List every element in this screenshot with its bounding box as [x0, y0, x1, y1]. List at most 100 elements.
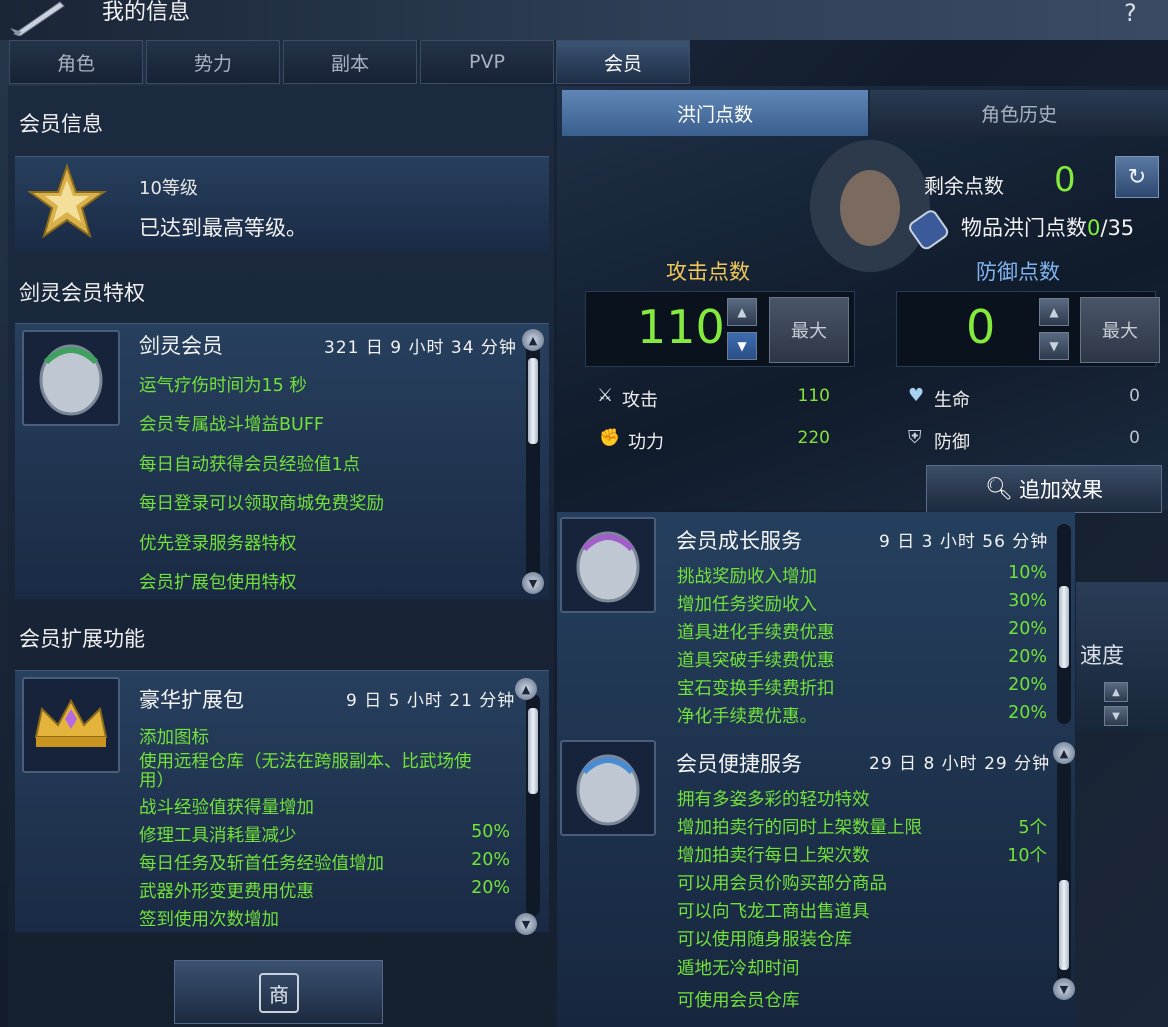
swords-icon: ⚔ [597, 385, 614, 406]
shop-button[interactable]: 商 [174, 960, 383, 1024]
scroll-up-icon[interactable]: ▲ [522, 329, 544, 351]
tab-character-history[interactable]: 角色历史 [870, 90, 1168, 136]
extension-line: 每日任务及斩首任务经验值增加 [139, 854, 384, 874]
side-label: 速度 [1080, 644, 1125, 669]
stat-life-label: 生命 [934, 390, 970, 411]
extension-line-value: 50% [471, 822, 510, 842]
privilege-timer: 321 日 9 小时 34 分钟 [324, 338, 517, 358]
extension-timer: 9 日 5 小时 21 分钟 [346, 691, 516, 711]
privilege-line: 会员扩展包使用特权 [139, 573, 297, 593]
attack-increase-button[interactable]: ▲ [727, 298, 757, 326]
convenience-line: 可以使用随身服装仓库 [677, 930, 852, 950]
attack-decrease-button[interactable]: ▼ [727, 332, 757, 360]
growth-line-value: 20% [1008, 703, 1047, 723]
convenience-line: 可使用会员仓库 [677, 991, 800, 1011]
stat-attack-value: 110 [797, 386, 830, 406]
tab-member[interactable]: 会员 [556, 40, 690, 84]
extension-line: 添加图标 [139, 728, 209, 748]
tab-hongmen-points[interactable]: 洪门点数 [562, 90, 868, 136]
stat-defense-label: 防御 [934, 432, 970, 453]
tab-dungeon[interactable]: 副本 [283, 40, 417, 84]
crown-icon [22, 677, 120, 773]
convenience-line: 遁地无冷却时间 [677, 959, 800, 979]
convenience-scroll-thumb[interactable] [1059, 880, 1069, 970]
add-effect-button[interactable]: 🔍︎ 追加效果 [926, 465, 1162, 513]
member-level-status: 已达到最高等级。 [139, 216, 307, 240]
extension-scroll-thumb[interactable] [528, 708, 538, 794]
privilege-line: 会员专属战斗增益BUFF [139, 415, 324, 435]
growth-line: 净化手续费优惠。 [677, 707, 817, 727]
privileges-heading: 剑灵会员特权 [19, 281, 145, 305]
growth-line: 道具进化手续费优惠 [677, 623, 835, 643]
attack-max-button[interactable]: 最大 [769, 297, 849, 363]
convenience-line: 拥有多姿多彩的轻功特效 [677, 790, 870, 810]
add-effect-label: 追加效果 [1018, 478, 1103, 502]
tab-pvp[interactable]: PVP [420, 40, 554, 84]
scroll-down-icon[interactable]: ▼ [1053, 978, 1075, 1000]
defense-increase-button[interactable]: ▲ [1039, 298, 1069, 326]
scroll-down-icon[interactable]: ▼ [515, 913, 537, 935]
remaining-points-value: 0 [1054, 160, 1076, 200]
tab-character[interactable]: 角色 [9, 40, 143, 84]
side-down-button[interactable]: ▼ [1104, 706, 1128, 726]
privilege-line: 每日登录可以领取商城免费奖励 [139, 494, 384, 514]
extension-line: 签到使用次数增加 [139, 910, 279, 930]
heart-icon: ♥ [908, 385, 925, 406]
reset-icon[interactable]: ↻ [1115, 156, 1159, 198]
convenience-line: 增加拍卖行的同时上架数量上限 [677, 818, 922, 838]
growth-line: 宝石变换手续费折扣 [677, 679, 835, 699]
convenience-line: 可以向飞龙工商出售道具 [677, 902, 870, 922]
extension-line-value: 20% [471, 850, 510, 870]
shop-icon: 商 [259, 973, 299, 1013]
item-points-total: /35 [1100, 216, 1135, 240]
privileges-scroll-thumb[interactable] [528, 358, 538, 444]
growth-line: 增加任务奖励收入 [677, 595, 817, 615]
growth-timer: 9 日 3 小时 56 分钟 [879, 532, 1049, 552]
scroll-up-icon[interactable]: ▲ [515, 678, 537, 700]
stat-power-label: 功力 [628, 432, 664, 453]
growth-line: 挑战奖励收入增加 [677, 567, 817, 587]
growth-scroll-thumb[interactable] [1059, 586, 1069, 668]
growth-line-value: 20% [1008, 647, 1047, 667]
extension-heading: 会员扩展功能 [19, 627, 145, 651]
convenience-line-value: 10个 [1007, 846, 1047, 866]
shield-icon: ⛨ [908, 427, 922, 448]
extension-line: 武器外形变更费用优惠 [139, 882, 314, 902]
privilege-line: 每日自动获得会员经验值1点 [139, 455, 361, 475]
extension-line: 修理工具消耗量减少 [139, 826, 297, 846]
defense-decrease-button[interactable]: ▼ [1039, 332, 1069, 360]
side-up-button[interactable]: ▲ [1104, 682, 1128, 702]
attack-points-label: 攻击点数 [666, 260, 750, 284]
scroll-up-icon[interactable]: ▲ [1053, 742, 1075, 764]
item-points-label: 物品洪门点数 [961, 216, 1087, 240]
convenience-line: 可以用会员价购买部分商品 [677, 874, 887, 894]
growth-token-icon [560, 517, 656, 613]
convenience-token-icon [560, 740, 656, 836]
convenience-line: 增加拍卖行每日上架次数 [677, 846, 870, 866]
extension-line: 使用远程仓库（无法在跨服副本、比武场使 [139, 752, 472, 772]
defense-points-label: 防御点数 [976, 260, 1060, 284]
member-level: 10等级 [139, 178, 198, 199]
item-points-current: 0 [1087, 216, 1101, 240]
convenience-line-value: 5个 [1018, 818, 1047, 838]
extension-line: 用） [139, 771, 174, 791]
member-info-heading: 会员信息 [19, 112, 103, 136]
stat-defense-value: 0 [1129, 428, 1140, 448]
fist-icon: ✊ [599, 428, 621, 448]
scroll-down-icon[interactable]: ▼ [522, 572, 544, 594]
growth-title: 会员成长服务 [676, 529, 802, 553]
convenience-title: 会员便捷服务 [676, 752, 802, 776]
growth-line-value: 20% [1008, 619, 1047, 639]
stat-power-value: 220 [797, 428, 830, 448]
defense-points-value: 0 [966, 300, 996, 354]
attack-points-value: 110 [637, 300, 725, 354]
growth-line-value: 30% [1008, 591, 1047, 611]
search-icon: 🔍︎ [985, 476, 1013, 502]
scroll-item-icon [909, 210, 949, 250]
help-button[interactable]: ? [1124, 0, 1137, 26]
sword-logo-icon [10, 1, 65, 36]
defense-max-button[interactable]: 最大 [1080, 297, 1160, 363]
growth-line-value: 20% [1008, 675, 1047, 695]
tab-faction[interactable]: 势力 [146, 40, 280, 84]
extension-title: 豪华扩展包 [139, 688, 244, 712]
